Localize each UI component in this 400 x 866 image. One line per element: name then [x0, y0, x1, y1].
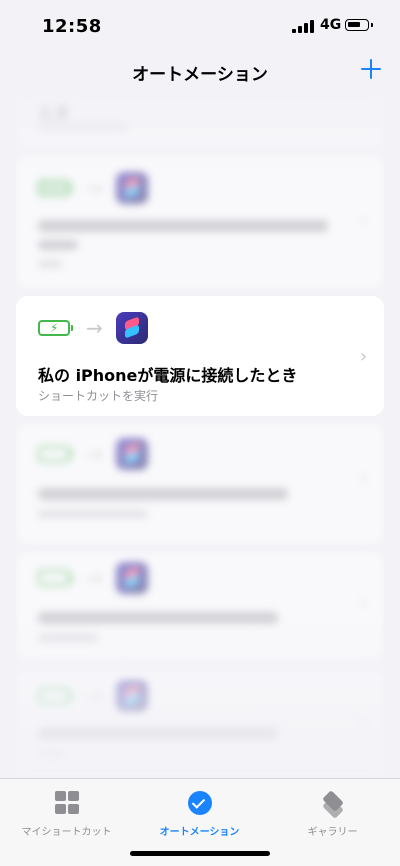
chevron-right-icon: › — [360, 346, 368, 367]
shortcuts-app-icon — [116, 562, 148, 594]
tab-label: ギャラリー — [307, 827, 358, 838]
tab-label: オートメーション — [159, 827, 240, 838]
battery-icon — [345, 19, 373, 31]
automation-title: 私の iPhoneが電源に接続したとき — [38, 366, 298, 385]
scroll-fade-top — [16, 92, 384, 172]
nav-bar: オートメーション — [0, 54, 400, 90]
automation-list[interactable]: とき → › ⚡ → 私の iPhoneが電源に接続したとき ショートカットを実… — [16, 92, 384, 776]
check-circle-icon — [187, 791, 213, 815]
chevron-right-icon: › — [360, 592, 368, 613]
automation-subtitle: ショートカットを実行 — [38, 389, 159, 403]
add-automation-button[interactable] — [358, 54, 386, 84]
network-type: 4G — [320, 17, 342, 33]
arrow-right-icon: → — [86, 442, 103, 466]
battery-charging-icon — [38, 180, 73, 196]
battery-charging-icon — [38, 570, 73, 586]
layers-icon — [320, 790, 346, 819]
automation-card[interactable]: → › — [16, 154, 384, 288]
arrow-right-icon: → — [86, 566, 103, 590]
tab-my-shortcuts[interactable]: マイショートカット — [0, 791, 133, 838]
shortcuts-app-icon — [116, 172, 148, 204]
battery-charging-icon: ⚡ — [38, 320, 73, 336]
automation-subtitle-placeholder — [38, 510, 148, 518]
arrow-right-icon: → — [86, 316, 103, 340]
shortcuts-app-icon — [116, 438, 148, 470]
automation-card[interactable]: ⚡ → 私の iPhoneが電源に接続したとき ショートカットを実行 › — [16, 296, 384, 416]
scroll-fade-bottom — [16, 612, 384, 772]
battery-charging-icon — [38, 446, 73, 462]
status-time: 12:58 — [42, 16, 102, 37]
tab-gallery[interactable]: ギャラリー — [266, 790, 399, 838]
signal-icon — [292, 20, 314, 33]
grid-icon — [54, 791, 80, 815]
home-indicator[interactable] — [130, 851, 270, 856]
automation-subtitle-placeholder — [38, 260, 62, 268]
status-bar: 12:58 4G — [0, 0, 400, 54]
arrow-right-icon: → — [86, 176, 103, 200]
page-title: オートメーション — [132, 65, 268, 85]
automation-title-placeholder — [38, 240, 78, 250]
shortcuts-app-icon — [116, 312, 148, 344]
automation-title-placeholder — [38, 488, 288, 500]
automation-title-placeholder — [38, 220, 328, 232]
tab-label: マイショートカット — [21, 827, 112, 838]
chevron-right-icon: › — [360, 468, 368, 489]
chevron-right-icon: › — [360, 210, 368, 231]
tab-automation[interactable]: オートメーション — [133, 791, 266, 838]
automation-card[interactable]: → › — [16, 424, 384, 544]
